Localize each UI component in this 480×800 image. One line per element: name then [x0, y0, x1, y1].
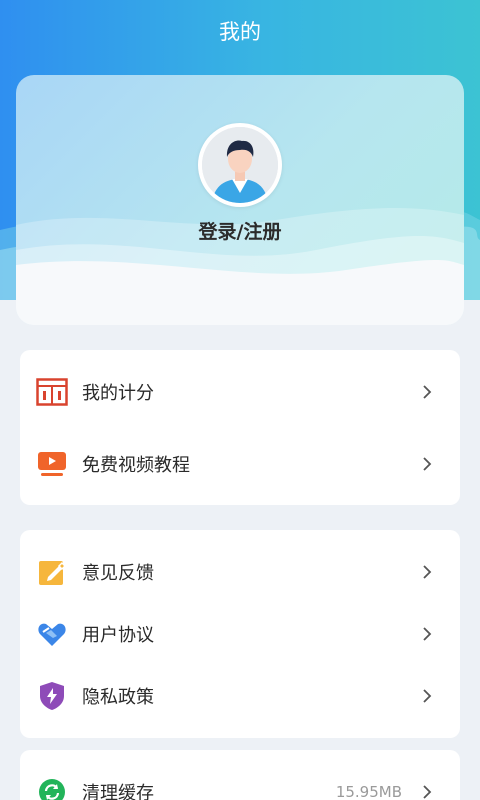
profile-wave-decoration — [16, 208, 464, 325]
menu-group-primary: 我的计分 免费视频教程 — [20, 350, 460, 505]
profile-card[interactable]: 登录/注册 — [16, 75, 464, 325]
page-title: 我的 — [219, 20, 261, 44]
menu-item-video-tutorial[interactable]: 免费视频教程 — [20, 436, 460, 492]
menu-item-feedback[interactable]: 意见反馈 — [20, 544, 460, 600]
chevron-right-icon — [423, 457, 432, 471]
chevron-right-icon — [423, 785, 432, 799]
menu-item-label: 用户协议 — [82, 625, 154, 646]
menu-group-info: 意见反馈 用户协议 隐私政策 — [20, 530, 460, 738]
chevron-right-icon — [423, 385, 432, 399]
video-play-icon — [36, 448, 68, 480]
handshake-icon — [36, 618, 68, 650]
menu-item-user-agreement[interactable]: 用户协议 — [20, 606, 460, 662]
menu-item-clear-cache[interactable]: 清理缓存 15.95MB — [20, 764, 460, 800]
menu-item-label: 意见反馈 — [82, 563, 154, 584]
login-register-link[interactable]: 登录/注册 — [16, 217, 464, 244]
user-avatar-icon — [202, 127, 278, 203]
chevron-right-icon — [423, 627, 432, 641]
score-board-icon — [36, 376, 68, 408]
menu-item-label: 免费视频教程 — [82, 455, 190, 476]
avatar[interactable] — [198, 123, 282, 207]
chevron-right-icon — [423, 565, 432, 579]
refresh-cache-icon — [36, 776, 68, 800]
menu-item-my-score[interactable]: 我的计分 — [20, 364, 460, 420]
menu-item-label: 清理缓存 — [82, 783, 154, 800]
chevron-right-icon — [423, 689, 432, 703]
feedback-pencil-icon — [36, 556, 68, 588]
cache-size-value: 15.95MB — [335, 783, 402, 800]
privacy-shield-icon — [36, 680, 68, 712]
menu-item-label: 隐私政策 — [82, 687, 154, 708]
menu-group-settings: 清理缓存 15.95MB — [20, 750, 460, 800]
menu-item-label: 我的计分 — [82, 383, 154, 404]
menu-item-privacy-policy[interactable]: 隐私政策 — [20, 668, 460, 724]
